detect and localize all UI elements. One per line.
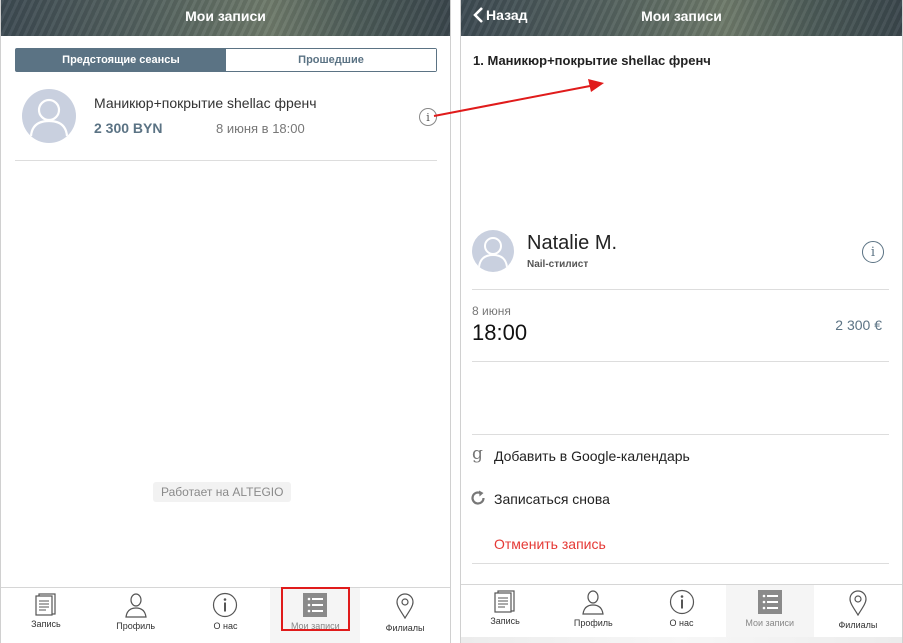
divider — [472, 563, 889, 564]
master-role: Nail-стилист — [527, 259, 589, 270]
bottom-tabbar: Запись Профиль О нас Мои записи Филиалы — [461, 584, 902, 637]
tab-label: Филиалы — [838, 620, 878, 630]
appointment-service: Маникюр+покрытие shellac френч — [94, 95, 317, 111]
bottom-tabbar: Запись Профиль О нас Мои записи Филиалы — [1, 587, 450, 643]
tab-branches[interactable]: Филиалы — [814, 585, 902, 637]
bottom-strip — [461, 637, 902, 643]
tab-label: Мои записи — [745, 618, 795, 628]
right-screen: Назад Мои записи 1. Маникюр+покрытие she… — [460, 0, 903, 643]
powered-by-label: Работает на ALTEGIO — [153, 482, 292, 502]
tab-my-bookings[interactable]: Мои записи — [270, 588, 361, 643]
list-icon — [757, 590, 782, 614]
info-icon — [669, 589, 694, 615]
tab-label: О нас — [213, 621, 238, 631]
cancel-appointment-button[interactable]: Отменить запись — [494, 536, 606, 552]
location-pin-icon — [396, 593, 414, 620]
tab-about[interactable]: О нас — [181, 588, 271, 643]
page-title: Мои записи — [185, 8, 266, 24]
header-bar: Мои записи — [1, 0, 450, 36]
google-icon: g — [472, 444, 483, 464]
refresh-icon — [471, 490, 485, 505]
document-icon — [494, 590, 515, 613]
divider — [472, 289, 889, 290]
document-icon — [35, 593, 56, 616]
list-icon — [303, 593, 328, 617]
tab-booking[interactable]: Запись — [461, 585, 549, 637]
tab-label: О нас — [669, 618, 694, 628]
service-title: 1. Маникюр+покрытие shellac френч — [473, 53, 711, 68]
master-name: Natalie M. — [527, 232, 618, 254]
user-icon — [124, 593, 147, 618]
header-bar: Назад Мои записи — [461, 0, 902, 36]
tab-profile[interactable]: Профиль — [549, 585, 637, 637]
avatar — [472, 230, 514, 272]
tab-about[interactable]: О нас — [637, 585, 725, 637]
info-icon — [213, 592, 238, 618]
tab-past[interactable]: Прошедшие — [226, 49, 436, 71]
divider — [15, 160, 437, 161]
appointments-tabs: Предстоящие сеансы Прошедшие — [15, 48, 437, 72]
rebook-label: Записаться снова — [494, 491, 610, 507]
appointment-date: 8 июня — [472, 304, 511, 318]
tab-label: Профиль — [573, 618, 613, 628]
location-pin-icon — [849, 590, 867, 617]
appointment-datetime: 8 июня в 18:00 — [216, 121, 305, 136]
info-icon[interactable]: i — [862, 241, 884, 263]
tab-upcoming[interactable]: Предстоящие сеансы — [16, 49, 226, 71]
divider — [472, 361, 889, 362]
appointment-price: 2 300 € — [835, 317, 882, 333]
tab-profile[interactable]: Профиль — [91, 588, 181, 643]
tab-label: Запись — [490, 616, 520, 626]
avatar — [22, 89, 76, 143]
rebook-button[interactable]: Записаться снова — [469, 488, 889, 512]
info-icon[interactable]: i — [419, 108, 437, 126]
left-screen: Мои записи Предстоящие сеансы Прошедшие … — [0, 0, 451, 643]
appointment-price: 2 300 BYN — [94, 120, 163, 136]
tab-branches[interactable]: Филиалы — [360, 588, 450, 643]
tab-my-bookings[interactable]: Мои записи — [725, 585, 814, 637]
appointment-time: 18:00 — [472, 320, 528, 345]
google-label: Добавить в Google-календарь — [494, 448, 690, 464]
page-title: Мои записи — [641, 8, 722, 24]
tab-label: Профиль — [116, 621, 156, 631]
divider — [472, 434, 889, 435]
tab-label: Мои записи — [290, 621, 340, 631]
user-icon — [582, 590, 604, 615]
tab-booking[interactable]: Запись — [1, 588, 91, 643]
tab-label: Запись — [31, 619, 61, 629]
tab-label: Филиалы — [385, 623, 425, 633]
add-to-google-calendar[interactable]: g Добавить в Google-календарь — [472, 444, 889, 469]
